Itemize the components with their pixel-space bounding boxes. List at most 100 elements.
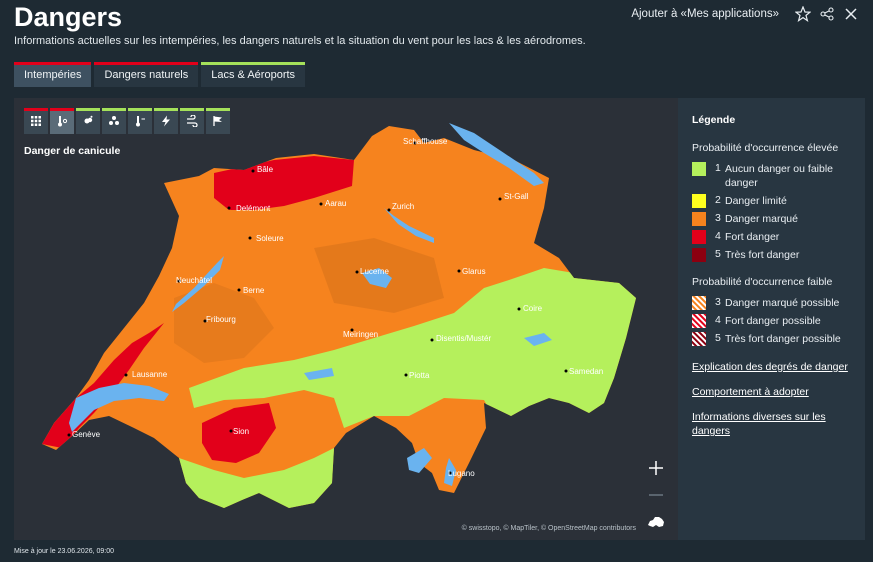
- legend-swatch-hatched: [692, 314, 706, 328]
- share-icon[interactable]: [819, 6, 835, 22]
- layer-overview-button[interactable]: [24, 108, 48, 134]
- link-misc-info[interactable]: Informations diverses sur les dangers: [692, 410, 865, 438]
- city-label: Meiringen: [343, 330, 378, 339]
- frost-thermometer-icon: [136, 116, 145, 127]
- legend-item: 5 Très fort danger possible: [692, 332, 865, 346]
- legend-swatch-hatched: [692, 296, 706, 310]
- road-flag-icon: [213, 116, 222, 126]
- add-to-my-apps-link[interactable]: Ajouter à «Mes applications»: [631, 8, 779, 20]
- city-label: Sion: [233, 427, 249, 436]
- switzerland-shape-icon: [648, 517, 664, 527]
- layer-slippery-roads-button[interactable]: [206, 108, 230, 134]
- legend-item: 3 Danger marqué possible: [692, 296, 865, 310]
- legend-level: 4: [715, 314, 721, 326]
- zoom-out-button[interactable]: [643, 482, 669, 508]
- tab-dangers-naturels[interactable]: Dangers naturels: [94, 62, 199, 87]
- city-label: Piotta: [409, 371, 430, 380]
- legend-swatch: [692, 248, 706, 262]
- city-label: Samedan: [569, 367, 603, 376]
- legend-high-title: Probabilité d'occurrence élevée: [692, 142, 839, 154]
- layer-rain-button[interactable]: [102, 108, 126, 134]
- legend-level: 4: [715, 230, 721, 242]
- legend-level: 3: [715, 296, 721, 308]
- legend-label: Très fort danger: [725, 249, 800, 261]
- snow-cloud-icon: [84, 115, 93, 124]
- city-label: Neuchâtel: [176, 276, 212, 285]
- layer-thunderstorm-button[interactable]: [154, 108, 178, 134]
- legend-label: Fort danger possible: [725, 315, 821, 327]
- legend-level: 5: [715, 332, 721, 344]
- layer-frost-button[interactable]: [128, 108, 152, 134]
- legend-item: 4 Fort danger: [692, 230, 865, 244]
- content-panel: Schaffhouse Bâle Delémont Aarau Zurich S…: [14, 98, 865, 540]
- city-label: Lausanne: [132, 370, 168, 379]
- legend-label: Très fort danger possible: [725, 333, 841, 345]
- city-label: Fribourg: [206, 315, 236, 324]
- page-title: Dangers: [14, 2, 123, 32]
- legend-links: Explication des degrés de danger Comport…: [692, 360, 865, 438]
- legend-label: Danger limité: [725, 195, 787, 207]
- minus-icon: [649, 494, 663, 496]
- legend-low-title: Probabilité d'occurrence faible: [692, 276, 833, 288]
- legend-label: Aucun danger ou faible danger: [725, 163, 833, 189]
- city-label: Aarau: [325, 199, 346, 208]
- city-label: St-Gall: [504, 192, 529, 201]
- map-area[interactable]: Schaffhouse Bâle Delémont Aarau Zurich S…: [14, 98, 678, 540]
- map-title: Danger de canicule: [24, 145, 121, 157]
- lightning-icon: [162, 115, 170, 127]
- legend-level: 3: [715, 212, 721, 224]
- layer-snow-button[interactable]: [76, 108, 100, 134]
- city-label: Schaffhouse: [403, 137, 448, 146]
- legend-swatch: [692, 230, 706, 244]
- city-label: Soleure: [256, 234, 284, 243]
- city-label: Lugano: [448, 469, 475, 478]
- reset-view-button[interactable]: [643, 509, 669, 535]
- link-behaviour[interactable]: Comportement à adopter: [692, 385, 865, 399]
- thermometer-icon: [58, 116, 68, 127]
- legend-swatch: [692, 162, 706, 176]
- legend-item: 5 Très fort danger: [692, 248, 865, 262]
- city-label: Genève: [72, 430, 101, 439]
- legend-title: Légende: [692, 114, 736, 126]
- tab-lacs-aeroports[interactable]: Lacs & Aéroports: [201, 62, 306, 87]
- main-tabs: Intempéries Dangers naturels Lacs & Aéro…: [14, 62, 306, 87]
- page-subtitle: Informations actuelles sur les intempéri…: [14, 35, 586, 47]
- map-layer-toolbar: [24, 108, 230, 134]
- legend-item: 3 Danger marqué: [692, 212, 865, 226]
- link-danger-levels[interactable]: Explication des degrés de danger: [692, 360, 865, 374]
- star-icon[interactable]: [795, 6, 811, 22]
- map-attribution: © swisstopo, © MapTiler, © OpenStreetMap…: [461, 525, 636, 532]
- legend-item: 1 Aucun danger ou faible danger: [692, 162, 865, 190]
- legend-label: Danger marqué possible: [725, 297, 840, 309]
- last-updated: Mise à jour le 23.06.2026, 09:00: [14, 548, 115, 555]
- wind-icon: [187, 115, 198, 127]
- legend-level: 5: [715, 248, 721, 260]
- legend-item: 4 Fort danger possible: [692, 314, 865, 328]
- layer-wind-button[interactable]: [180, 108, 204, 134]
- layer-heat-button[interactable]: [50, 108, 74, 134]
- legend-swatch-hatched: [692, 332, 706, 346]
- grid-icon: [31, 116, 41, 126]
- legend-label: Danger marqué: [725, 213, 798, 225]
- city-label: Disentis/Mustér: [436, 334, 491, 343]
- tab-intemperies[interactable]: Intempéries: [14, 62, 92, 87]
- legend-panel: Légende Probabilité d'occurrence élevée …: [692, 98, 865, 540]
- zoom-in-button[interactable]: [643, 455, 669, 481]
- legend-label: Fort danger: [725, 231, 780, 243]
- city-label: Delémont: [236, 204, 271, 213]
- city-label: Bâle: [257, 165, 274, 174]
- rain-drops-icon: [109, 116, 119, 125]
- city-label: Lucerne: [360, 267, 389, 276]
- switzerland-map[interactable]: Schaffhouse Bâle Delémont Aarau Zurich S…: [14, 98, 678, 540]
- city-label: Glarus: [462, 267, 486, 276]
- top-actions: Ajouter à «Mes applications»: [631, 6, 859, 22]
- legend-swatch: [692, 212, 706, 226]
- close-icon[interactable]: [843, 6, 859, 22]
- city-label: Berne: [243, 286, 265, 295]
- city-label: Zurich: [392, 202, 414, 211]
- plus-icon: [649, 461, 663, 475]
- legend-level: 1: [715, 162, 721, 174]
- legend-swatch: [692, 194, 706, 208]
- legend-item: 2 Danger limité: [692, 194, 865, 208]
- city-label: Coire: [523, 304, 543, 313]
